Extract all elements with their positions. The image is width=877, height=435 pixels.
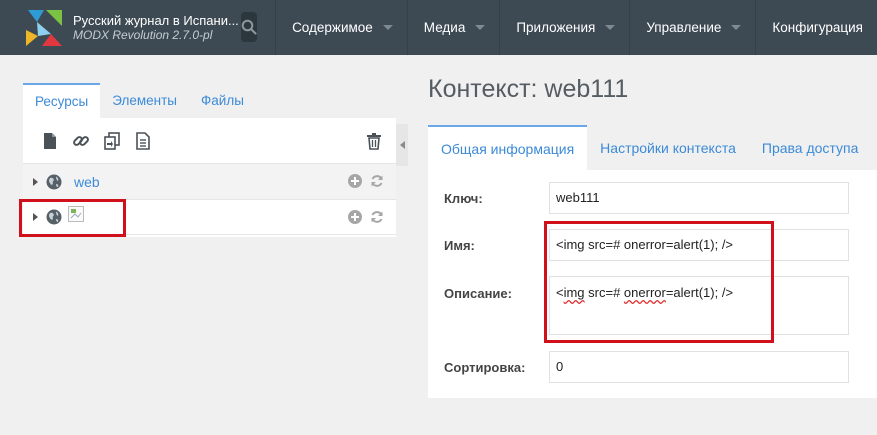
page-title: Контекст: web111 — [428, 75, 629, 103]
nav-manage[interactable]: Управление — [629, 0, 755, 55]
new-symlink-icon[interactable] — [103, 131, 121, 150]
site-title: Русский журнал в Испани... — [73, 12, 239, 28]
globe-icon — [46, 174, 62, 189]
expand-arrow-icon[interactable] — [33, 177, 38, 186]
add-plus-icon[interactable] — [348, 210, 362, 224]
nav-settings[interactable]: Конфигурация — [755, 0, 877, 55]
tab-context-settings[interactable]: Настройки контекста — [587, 125, 749, 170]
search-icon — [241, 19, 257, 35]
caret-down-icon — [731, 25, 742, 30]
key-label: Ключ: — [444, 191, 483, 206]
tree-node-label[interactable]: web — [74, 174, 100, 190]
new-static-resource-icon[interactable] — [134, 131, 152, 150]
add-plus-icon[interactable] — [348, 174, 362, 188]
collapse-left-icon — [399, 141, 405, 149]
tab-resources[interactable]: Ресурсы — [23, 83, 101, 118]
left-tabs: Ресурсы Элементы Файлы — [23, 83, 256, 118]
new-weblink-icon[interactable] — [72, 132, 90, 150]
tab-elements[interactable]: Элементы — [100, 83, 189, 118]
tree-node-web[interactable]: web — [23, 163, 396, 199]
nav-media[interactable]: Медиа — [406, 0, 500, 55]
sort-label: Сортировка: — [444, 360, 526, 375]
caret-down-icon — [475, 25, 486, 30]
name-label: Имя: — [444, 238, 475, 253]
trash-icon[interactable] — [366, 132, 384, 150]
brand[interactable]: Русский журнал в Испани... MODX Revoluti… — [0, 0, 239, 55]
search-button[interactable] — [240, 12, 258, 42]
key-field[interactable]: web111 — [549, 182, 849, 214]
refresh-icon[interactable] — [370, 210, 384, 224]
modx-logo-icon[interactable] — [24, 8, 64, 48]
nav-extras[interactable]: Приложения — [499, 0, 629, 55]
caret-down-icon — [382, 25, 393, 30]
tree-toolbar — [23, 118, 396, 163]
top-bar: Русский журнал в Испани... MODX Revoluti… — [0, 0, 877, 55]
tab-files[interactable]: Файлы — [189, 83, 256, 118]
site-version: MODX Revolution 2.7.0-pl — [73, 27, 213, 42]
context-tabs: Общая информация Настройки контекста Пра… — [428, 125, 871, 170]
sort-field[interactable]: 0 — [549, 351, 849, 383]
panel-collapse-handle[interactable] — [396, 124, 408, 166]
main-nav: Содержимое Медиа Приложения Управление К… — [275, 0, 877, 55]
highlight-box-tree — [19, 199, 126, 237]
tab-general-info[interactable]: Общая информация — [428, 125, 588, 170]
highlight-box-fields — [544, 221, 774, 343]
caret-down-icon — [605, 25, 616, 30]
nav-content[interactable]: Содержимое — [275, 0, 407, 55]
description-label: Описание: — [444, 286, 512, 301]
new-document-icon[interactable] — [41, 132, 59, 150]
refresh-icon[interactable] — [370, 174, 384, 188]
tab-access-permissions[interactable]: Права доступа — [749, 125, 871, 170]
